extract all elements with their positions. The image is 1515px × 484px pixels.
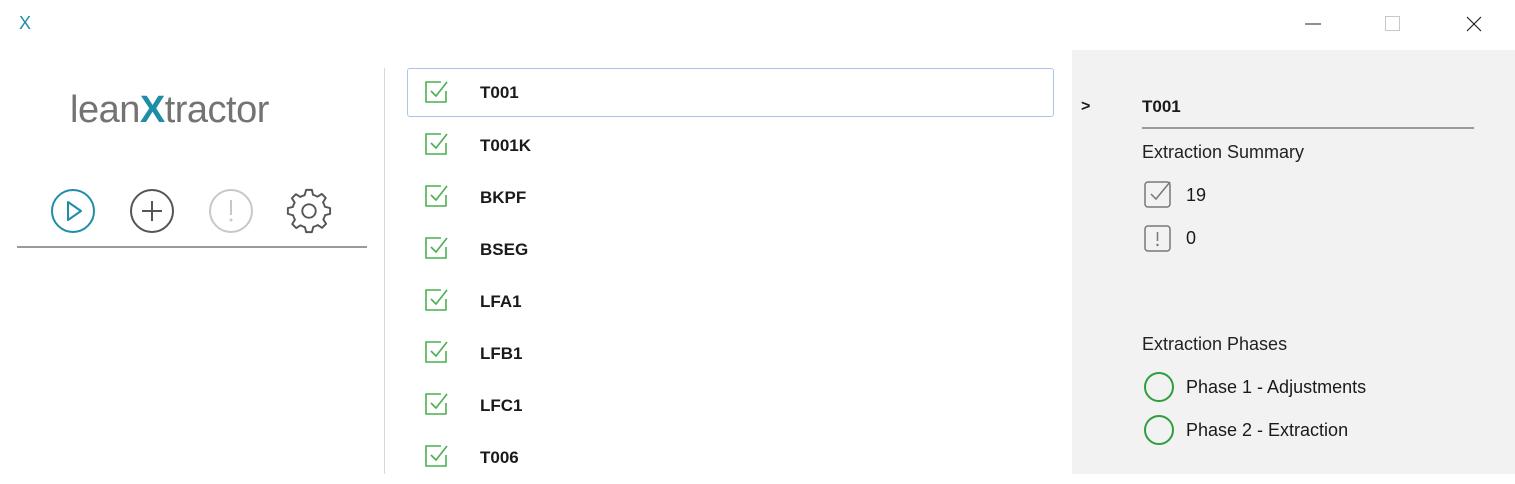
list-item-lfb1[interactable]: LFB1 xyxy=(407,328,1054,380)
list-item-lfc1[interactable]: LFC1 xyxy=(407,380,1054,432)
checked-icon xyxy=(425,133,448,155)
plus-icon xyxy=(130,189,174,233)
success-count-icon xyxy=(1144,181,1171,208)
checked-icon xyxy=(425,445,448,467)
checked-icon xyxy=(425,289,448,311)
close-button[interactable] xyxy=(1451,0,1497,48)
warning-count-icon xyxy=(1144,225,1171,252)
warning-icon xyxy=(209,189,253,233)
phases-heading: Extraction Phases xyxy=(1142,334,1288,354)
table-list: T001 T001K BKPF BSEG LFA1 LFB1 LFC1 T006 xyxy=(407,68,1054,484)
minimize-icon xyxy=(1305,23,1321,25)
checked-icon xyxy=(425,81,448,103)
success-count: 19 xyxy=(1186,185,1207,205)
checked-icon xyxy=(425,393,448,415)
phase-status-icon xyxy=(1144,415,1174,445)
checked-icon xyxy=(425,237,448,259)
close-icon xyxy=(1466,16,1482,32)
list-item-label: LFA1 xyxy=(480,292,522,311)
warning-count: 0 xyxy=(1186,228,1197,248)
list-item-label: BKPF xyxy=(480,188,527,207)
list-item-t006[interactable]: T006 xyxy=(407,432,1054,484)
add-button[interactable] xyxy=(128,187,176,235)
details-divider xyxy=(1142,127,1474,129)
list-item-bkpf[interactable]: BKPF xyxy=(407,172,1054,224)
list-item-t001k[interactable]: T001K xyxy=(407,120,1054,172)
list-item-label: LFC1 xyxy=(480,396,523,415)
collapse-caret[interactable]: > xyxy=(1081,98,1090,116)
checked-icon xyxy=(425,341,448,363)
maximize-button[interactable] xyxy=(1370,0,1416,48)
summary-heading: Extraction Summary xyxy=(1142,142,1305,162)
app-logo: leanXtractor xyxy=(70,88,269,132)
toolbar-divider xyxy=(17,246,367,248)
list-item-label: T001 xyxy=(480,82,519,102)
settings-button[interactable] xyxy=(285,187,333,235)
warnings-button[interactable] xyxy=(207,187,255,235)
list-item-label: T001K xyxy=(480,136,532,155)
list-item-label: T006 xyxy=(480,448,519,467)
logo-text-lean: lean xyxy=(70,89,140,131)
details-panel xyxy=(1072,50,1515,474)
phase-1-label: Phase 1 - Adjustments xyxy=(1186,377,1367,397)
logo-text-x: X xyxy=(139,89,165,131)
list-item-label: BSEG xyxy=(480,240,529,259)
pane-divider xyxy=(384,68,385,474)
phase-2-label: Phase 2 - Extraction xyxy=(1186,420,1349,440)
details-title: T001 xyxy=(1142,97,1181,116)
list-item-label: LFB1 xyxy=(480,344,523,363)
maximize-icon xyxy=(1385,16,1400,31)
phase-status-icon xyxy=(1144,372,1174,402)
minimize-button[interactable] xyxy=(1290,0,1336,48)
checked-icon xyxy=(425,185,448,207)
list-item-t001[interactable]: T001 xyxy=(407,68,1054,117)
gear-icon xyxy=(286,188,332,234)
app-icon: X xyxy=(19,13,32,33)
logo-text-tractor: tractor xyxy=(164,89,270,131)
play-icon xyxy=(51,189,95,233)
list-item-lfa1[interactable]: LFA1 xyxy=(407,276,1054,328)
list-item-bseg[interactable]: BSEG xyxy=(407,224,1054,276)
run-button[interactable] xyxy=(49,187,97,235)
